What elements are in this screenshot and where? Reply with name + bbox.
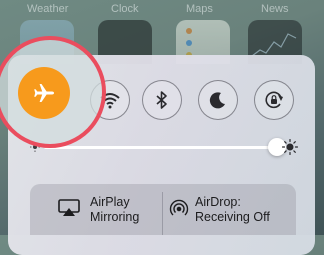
airdrop-label: AirDrop: Receiving Off xyxy=(195,195,270,225)
airplane-icon xyxy=(34,84,54,102)
airdrop-icon xyxy=(169,199,189,216)
brightness-track-fill xyxy=(44,146,278,149)
airdrop-label-line2: Receiving Off xyxy=(195,210,270,224)
airdrop-button[interactable]: AirDrop: Receiving Off xyxy=(163,184,296,235)
bluetooth-toggle[interactable] xyxy=(142,80,182,120)
airplay-icon xyxy=(58,199,80,216)
app-label-maps: Maps xyxy=(186,3,213,15)
app-label-news: News xyxy=(261,3,289,15)
app-label-weather: Weather xyxy=(27,3,69,15)
dot-decoration xyxy=(186,40,192,46)
airplay-label-line2: Mirroring xyxy=(90,210,140,224)
airplay-mirroring-button[interactable]: AirPlay Mirroring xyxy=(30,184,162,235)
do-not-disturb-toggle[interactable] xyxy=(198,80,238,120)
airplay-label-line1: AirPlay xyxy=(90,195,130,209)
brightness-track[interactable] xyxy=(44,146,282,149)
moon-icon xyxy=(209,92,225,109)
airdrop-label-line1: AirDrop: xyxy=(195,195,241,209)
rotation-lock-toggle[interactable] xyxy=(254,80,294,120)
airplay-airdrop-row: AirPlay Mirroring AirDrop: Receiving Off xyxy=(30,184,296,235)
airplay-label: AirPlay Mirroring xyxy=(90,195,139,225)
brightness-high-icon xyxy=(282,139,298,155)
bluetooth-icon xyxy=(156,91,167,109)
rotation-lock-icon xyxy=(265,91,283,109)
dot-decoration xyxy=(186,28,192,34)
airplane-mode-toggle[interactable] xyxy=(18,67,70,119)
app-label-clock: Clock xyxy=(111,3,139,15)
